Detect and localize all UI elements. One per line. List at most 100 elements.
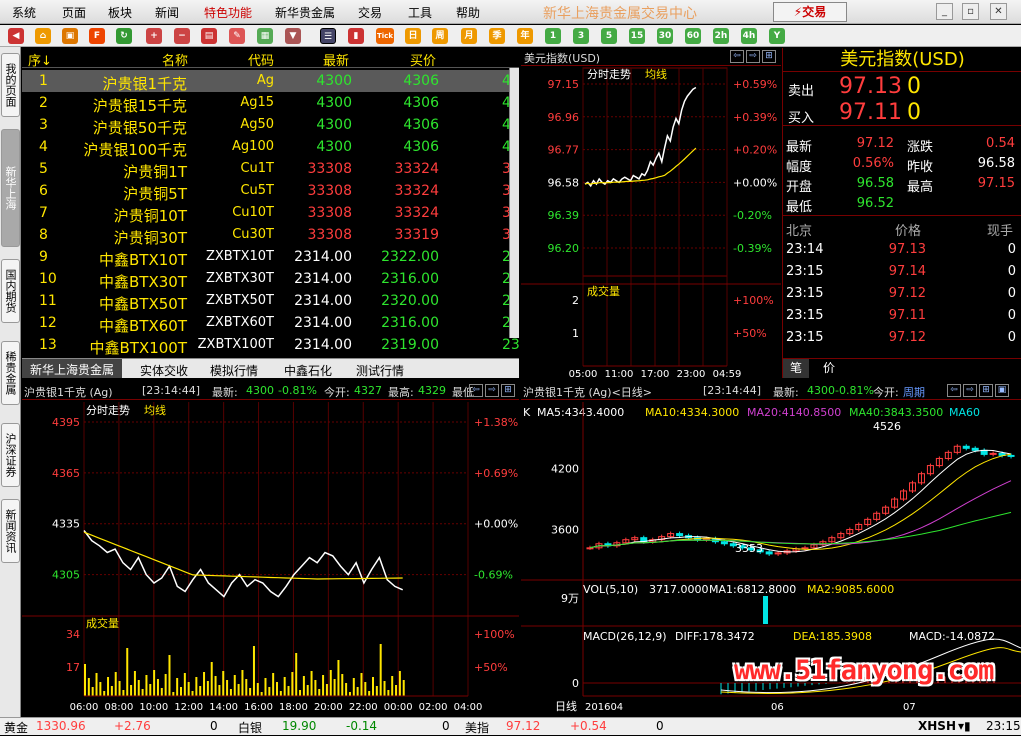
expand-icon[interactable]: ⊞ — [501, 384, 515, 397]
zoom-out-icon[interactable]: − — [174, 28, 190, 44]
lock-icon[interactable]: ▣ — [62, 28, 78, 44]
side-tab-stocks[interactable]: 沪深证券 — [1, 423, 20, 487]
lock-icon[interactable]: ▣ — [995, 384, 1009, 397]
table-row[interactable]: 12中鑫BTX60TZXBTX60T2314.002316.00231 — [22, 312, 519, 335]
tab-simulated[interactable]: 模拟行情 — [210, 362, 258, 379]
layout-icon[interactable]: ▦ — [257, 28, 273, 44]
col-name[interactable]: 名称 — [162, 50, 188, 69]
table-row[interactable]: 8沪贵铜30TCu30T333083331933 — [22, 224, 519, 247]
menu-news[interactable]: 新闻 — [155, 4, 179, 21]
col-last[interactable]: 最新 — [323, 50, 349, 69]
table-row[interactable]: 4 沪贵银100千克 Ag100 4300 4306 4 — [22, 136, 519, 159]
status-silver-label[interactable]: 白银 — [238, 719, 262, 736]
ag-intraday-chart[interactable]: 4395 +1.38% 4365 +0.69% 4335 +0.00% 4305 -0.69%… — [22, 400, 519, 716]
list-icon[interactable]: ☰ — [320, 28, 336, 44]
status-usd-label[interactable]: 美指 — [465, 719, 489, 736]
prev-icon[interactable]: ⇦ — [730, 50, 744, 63]
tick-button[interactable]: Tick — [376, 28, 394, 44]
period-60[interactable]: 60 — [685, 28, 701, 44]
table-row[interactable]: 3 沪贵银50千克 Ag50 4300 4306 4 — [22, 114, 519, 137]
tab-test[interactable]: 测试行情 — [356, 362, 404, 379]
tab-price[interactable]: 价 — [823, 359, 835, 377]
table-row[interactable]: 9中鑫BTX10TZXBTX10T2314.002322.00231 — [22, 246, 519, 269]
cell-last: 33308 — [307, 227, 352, 243]
filter-icon[interactable]: ▼ — [285, 28, 301, 44]
menu-trade[interactable]: 交易 — [358, 4, 382, 21]
back-icon[interactable]: ◀ — [8, 28, 24, 44]
minimize-button[interactable]: _ — [936, 3, 953, 20]
volume-bar — [372, 677, 374, 696]
menu-xinhua[interactable]: 新华贵金属 — [275, 4, 335, 21]
menu-help[interactable]: 帮助 — [456, 4, 480, 21]
period-week[interactable]: 周 — [432, 28, 448, 44]
zoom-in-icon[interactable]: + — [146, 28, 162, 44]
menu-system[interactable]: 系统 — [12, 4, 36, 21]
close-button[interactable]: ✕ — [990, 3, 1007, 20]
menu-tools[interactable]: 工具 — [408, 4, 432, 21]
period-month[interactable]: 月 — [461, 28, 477, 44]
prev-icon[interactable]: ⇦ — [469, 384, 483, 397]
period-year[interactable]: 年 — [517, 28, 533, 44]
table-row[interactable]: 2 沪贵银15千克 Ag15 4300 4306 4 — [22, 92, 519, 115]
period-link[interactable]: 周期 — [903, 384, 925, 399]
draw-icon[interactable]: ✎ — [229, 28, 245, 44]
next-icon[interactable]: ⇨ — [746, 50, 760, 63]
period-3[interactable]: 3 — [573, 28, 589, 44]
window-icon[interactable]: ▤ — [201, 28, 217, 44]
period-1[interactable]: 1 — [545, 28, 561, 44]
cell-bid: 33324 — [394, 183, 439, 199]
col-no[interactable]: 序↓ — [28, 50, 52, 69]
period-2h[interactable]: 2h — [713, 28, 729, 44]
table-row[interactable]: 10中鑫BTX30TZXBTX30T2314.002316.00231 — [22, 268, 519, 291]
menu-special[interactable]: 特色功能 — [204, 4, 252, 21]
table-row[interactable]: 1 沪贵银1千克 Ag 4300 4306 4 — [22, 70, 519, 93]
table-row[interactable]: 7沪贵铜10TCu10T333083332433 — [22, 202, 519, 225]
side-tab-news[interactable]: 新闻资讯 — [1, 499, 20, 563]
tab-xinhua-metals[interactable]: 新华上海贵金属 — [22, 359, 122, 378]
table-row[interactable]: 11中鑫BTX50TZXBTX50T2314.002320.00231 — [22, 290, 519, 313]
tab-zhongxin[interactable]: 中鑫石化 — [284, 362, 332, 379]
maximize-button[interactable]: ▫ — [962, 3, 979, 20]
table-row[interactable]: 6沪贵铜5TCu5T333083332433 — [22, 180, 519, 203]
volume-bar — [237, 684, 240, 696]
side-tab-futures[interactable]: 国内期货 — [1, 259, 20, 323]
period-5[interactable]: 5 — [601, 28, 617, 44]
trade-button[interactable]: ⚡交易 — [773, 2, 847, 22]
next-icon[interactable]: ⇨ — [485, 384, 499, 397]
bar-chart-icon[interactable]: ▮ — [348, 28, 364, 44]
expand-icon[interactable]: ⊞ — [979, 384, 993, 397]
menu-page[interactable]: 页面 — [62, 4, 86, 21]
tab-physical[interactable]: 实体交收 — [140, 362, 188, 379]
period-4h[interactable]: 4h — [741, 28, 757, 44]
col-code[interactable]: 代码 — [248, 50, 274, 69]
side-tab-metals[interactable]: 稀贵金属 — [1, 341, 20, 405]
period-30[interactable]: 30 — [657, 28, 673, 44]
table-row[interactable]: 13 中鑫BTX100T ZXBTX100T 2314.00 2319.00 231 — [22, 334, 519, 357]
table-row[interactable]: 5沪贵铜1TCu1T333083332433 — [22, 158, 519, 181]
cell-name: 中鑫BTX100T — [89, 339, 187, 357]
col-bid[interactable]: 买价 — [410, 50, 436, 69]
tab-ticks[interactable]: 笔 — [783, 359, 809, 378]
period-day[interactable]: 日 — [405, 28, 421, 44]
quote-scrollbar[interactable] — [509, 68, 519, 338]
period-15[interactable]: 15 — [629, 28, 645, 44]
stat-label: 最低 — [786, 200, 813, 215]
expand-icon[interactable]: ⊞ — [762, 50, 776, 63]
next-icon[interactable]: ⇨ — [963, 384, 977, 397]
status-gold-label[interactable]: 黄金 — [4, 719, 28, 736]
cell-last: 4300 — [316, 139, 352, 155]
period-quarter[interactable]: 季 — [489, 28, 505, 44]
cell-last: 33308 — [307, 161, 352, 177]
refresh-icon[interactable]: ↻ — [116, 28, 132, 44]
ma-label: MA20:4140.8500 — [747, 406, 841, 419]
side-tab-my-page[interactable]: 我的页面 — [1, 53, 20, 117]
usd-intraday-chart[interactable]: 97.15 +0.59% 96.96 +0.39% 96.77 +0.20% 96.58 +0… — [521, 66, 781, 378]
status-silver-price: 19.90 — [282, 719, 317, 733]
home-icon[interactable]: ⌂ — [35, 28, 51, 44]
volume-bar — [153, 670, 156, 696]
period-y[interactable]: Y — [769, 28, 785, 44]
prev-icon[interactable]: ⇦ — [947, 384, 961, 397]
menu-sector[interactable]: 板块 — [108, 4, 132, 21]
side-tab-xinhua[interactable]: 新华上海 — [1, 129, 20, 247]
f10-icon[interactable]: F — [89, 28, 105, 44]
